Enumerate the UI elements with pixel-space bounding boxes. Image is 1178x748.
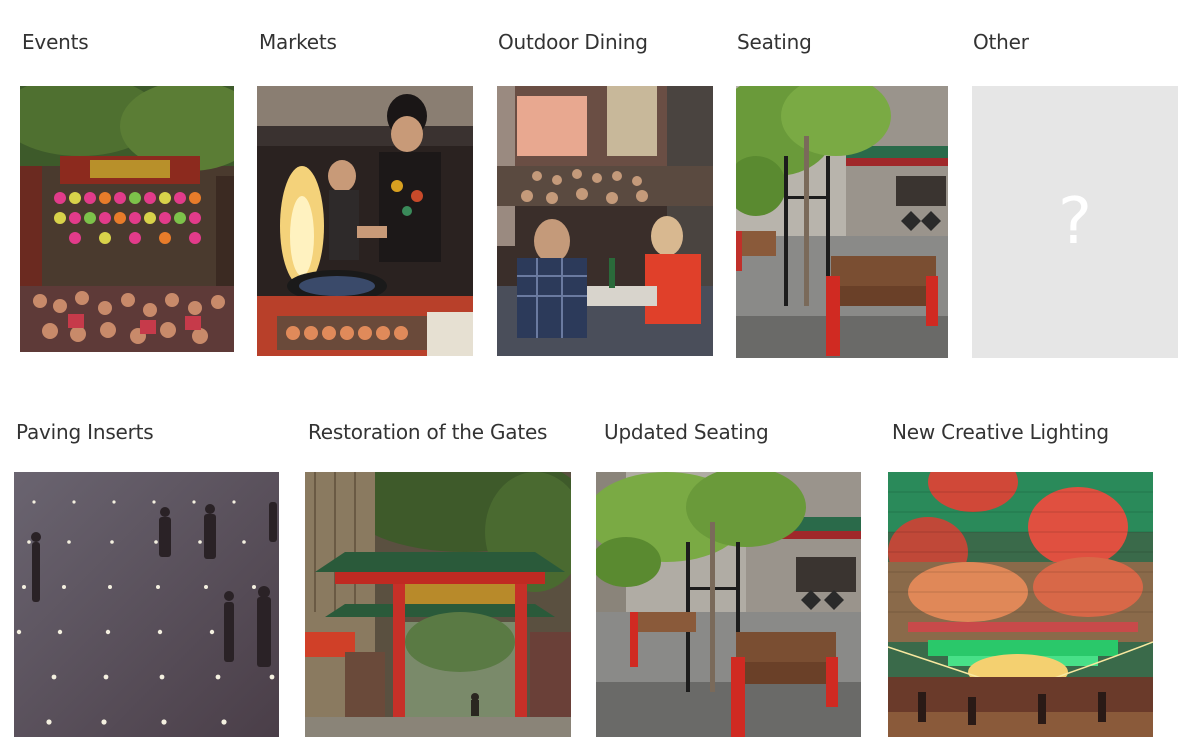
creative-lighting-photo-image	[888, 472, 1153, 737]
updated-seating-photo[interactable]	[596, 472, 861, 737]
markets-photo[interactable]	[257, 86, 473, 356]
updated-seating-photo-image	[596, 472, 861, 737]
category-label-markets: Markets	[259, 30, 337, 54]
category-label-events: Events	[22, 30, 89, 54]
events-photo-image	[20, 86, 234, 352]
feature-label-creative-lighting: New Creative Lighting	[892, 420, 1109, 444]
seating-photo-image	[736, 86, 948, 358]
outdoor-dining-photo[interactable]	[497, 86, 713, 356]
category-label-other: Other	[973, 30, 1029, 54]
paving-inserts-photo-image	[14, 472, 279, 737]
restoration-gates-photo[interactable]	[305, 472, 571, 737]
other-placeholder[interactable]: ?	[972, 86, 1178, 358]
feature-label-updated-seating: Updated Seating	[604, 420, 769, 444]
markets-photo-image	[257, 86, 473, 356]
feature-label-restoration-gates: Restoration of the Gates	[308, 420, 548, 444]
category-label-outdoor-dining: Outdoor Dining	[498, 30, 648, 54]
paving-inserts-photo[interactable]	[14, 472, 279, 737]
seating-photo[interactable]	[736, 86, 948, 358]
restoration-gates-photo-image	[305, 472, 571, 737]
category-label-seating: Seating	[737, 30, 812, 54]
feature-label-paving-inserts: Paving Inserts	[16, 420, 154, 444]
question-mark-icon: ?	[1058, 185, 1092, 259]
creative-lighting-photo[interactable]	[888, 472, 1153, 737]
outdoor-dining-photo-image	[497, 86, 713, 356]
events-photo[interactable]	[20, 86, 234, 352]
